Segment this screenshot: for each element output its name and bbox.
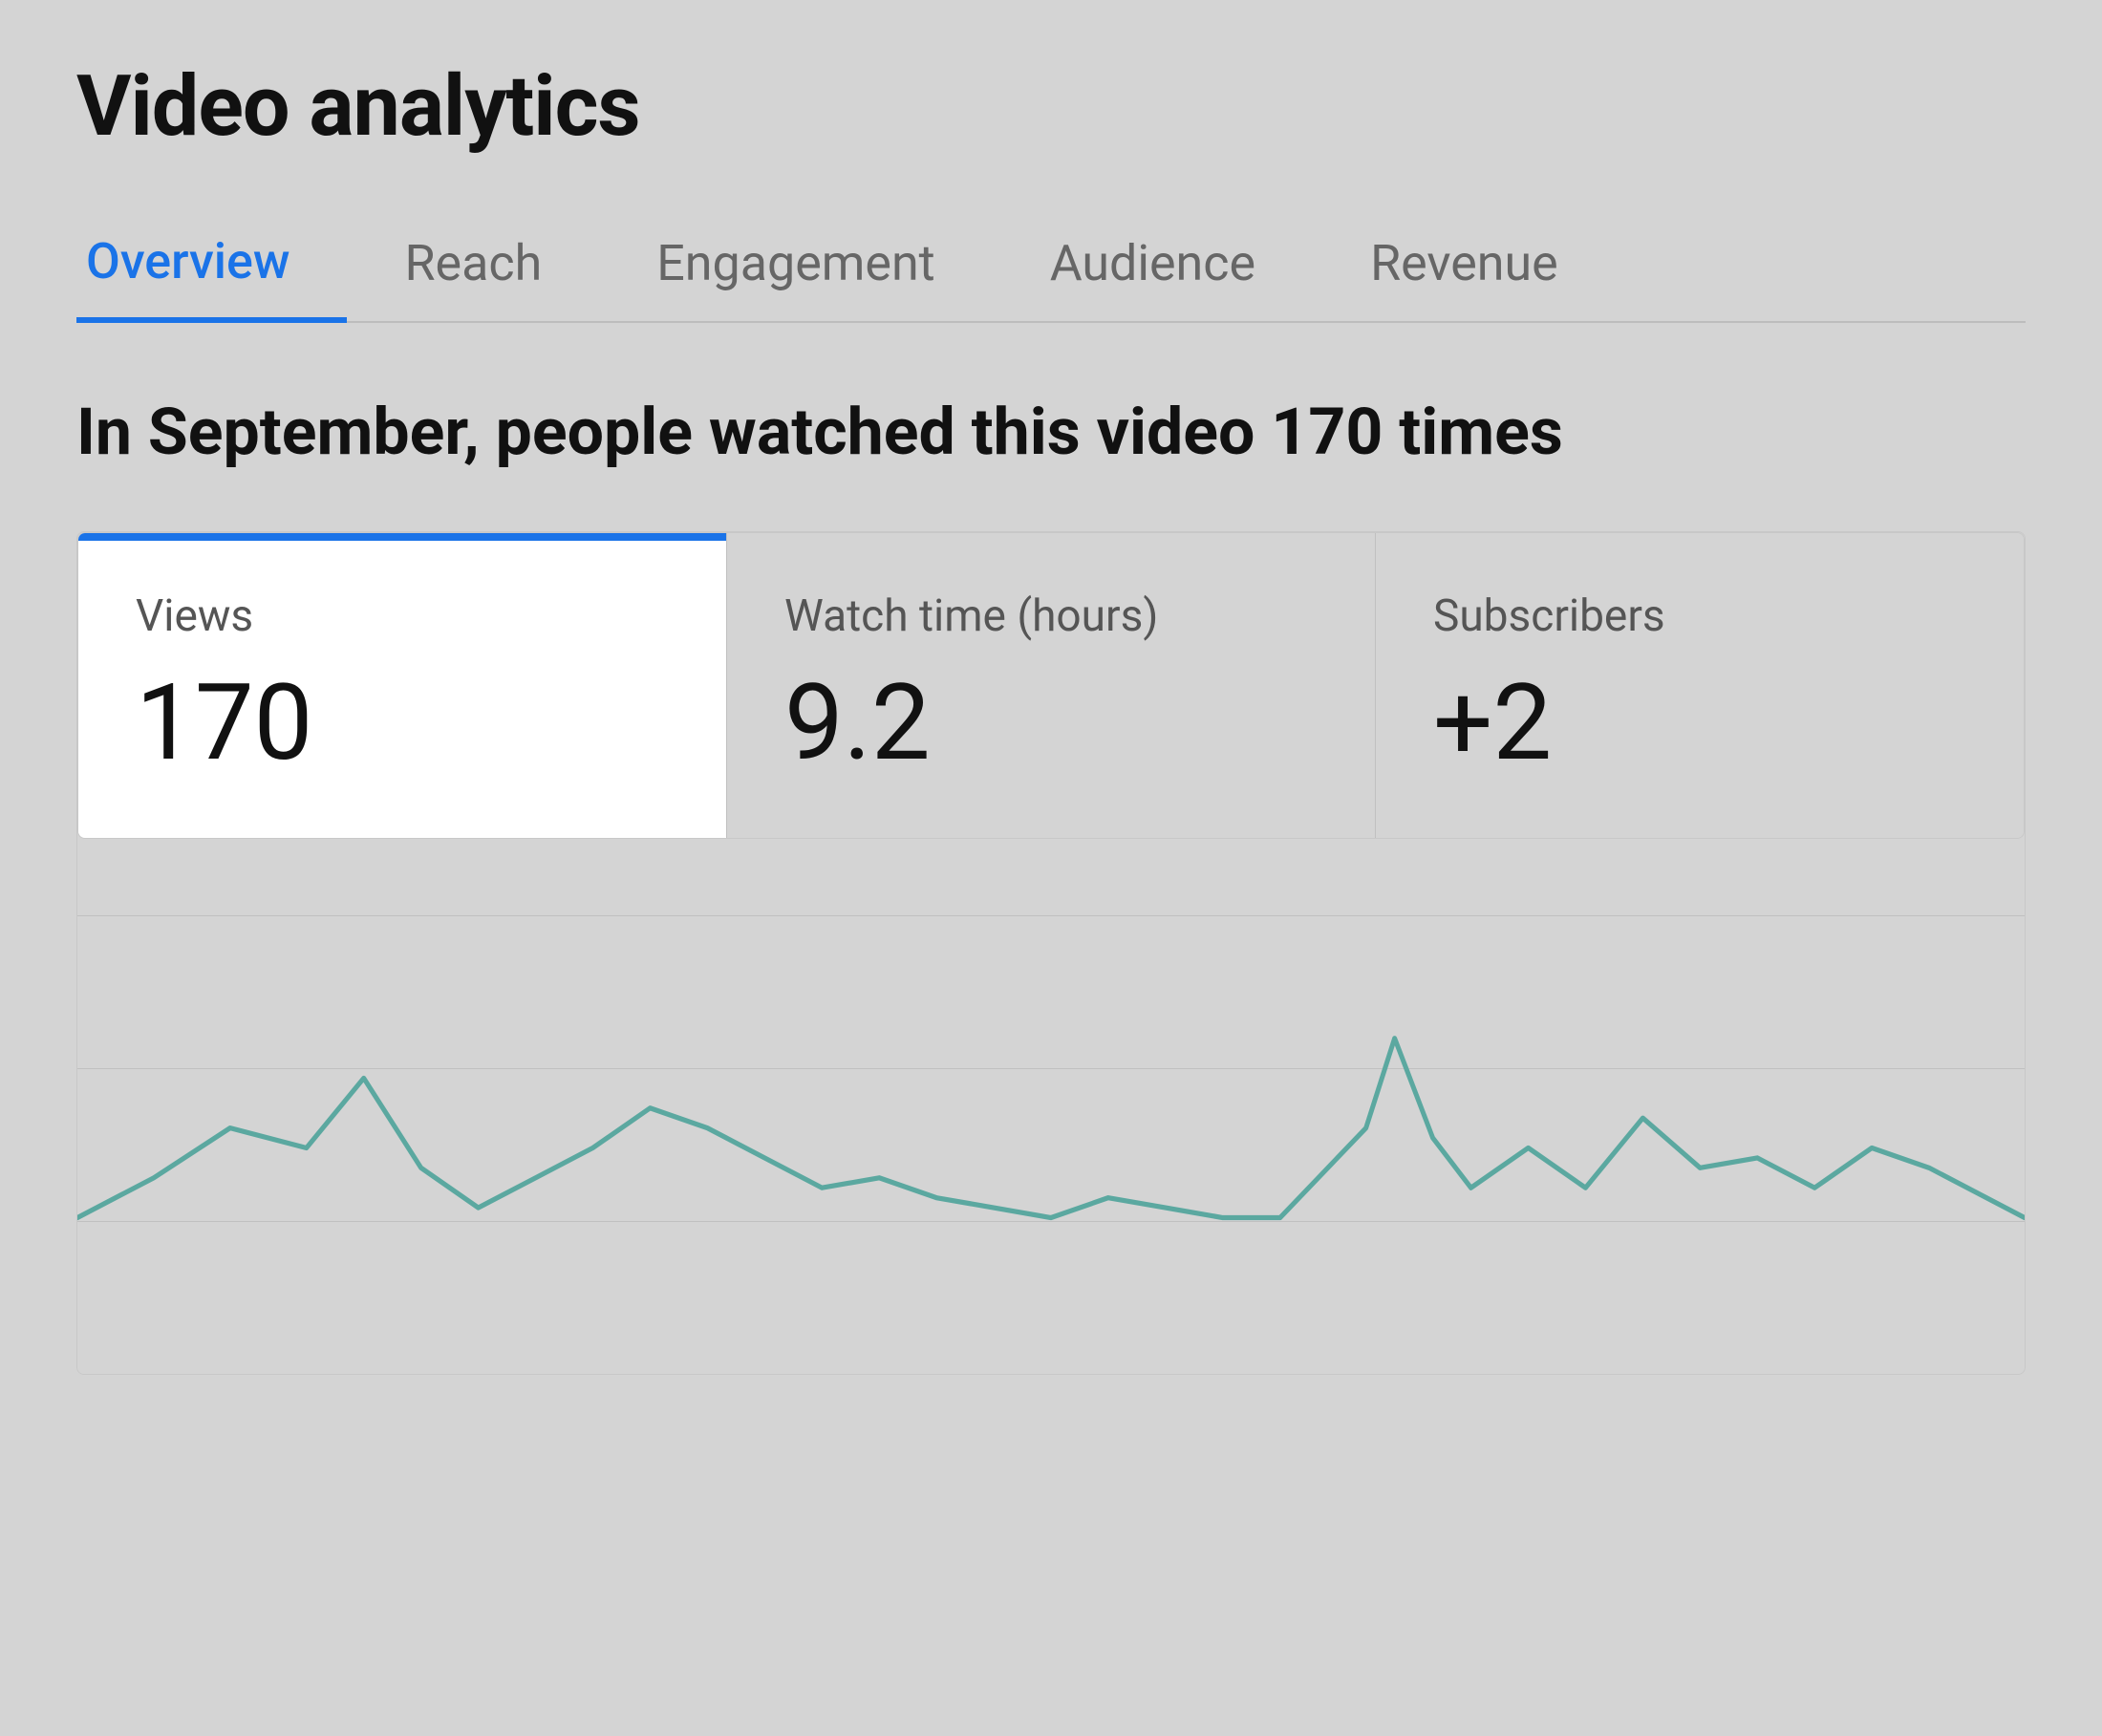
metric-subscribers[interactable]: Subscribers +2 bbox=[1376, 533, 2024, 838]
analytics-card: Views 170 Watch time (hours) 9.2 Subscri… bbox=[76, 531, 2026, 1375]
summary-heading: In September, people watched this video … bbox=[76, 390, 2026, 474]
tabs-container: Overview Reach Engagement Audience Reven… bbox=[76, 213, 2026, 323]
metric-views-value: 170 bbox=[136, 665, 312, 781]
metric-watch-time[interactable]: Watch time (hours) 9.2 bbox=[727, 533, 1376, 838]
tab-reach[interactable]: Reach bbox=[347, 215, 599, 323]
tab-audience[interactable]: Audience bbox=[993, 215, 1313, 323]
tab-overview[interactable]: Overview bbox=[76, 213, 347, 323]
chart-area bbox=[77, 839, 2025, 1374]
page-container: Video analytics Overview Reach Engagemen… bbox=[0, 0, 2102, 1375]
metric-watch-time-value: 9.2 bbox=[784, 665, 931, 781]
chart-line bbox=[77, 1039, 2025, 1218]
chart-svg bbox=[77, 839, 2025, 1297]
metric-views-label: Views bbox=[136, 590, 253, 642]
tab-engagement[interactable]: Engagement bbox=[599, 215, 992, 323]
metric-watch-time-label: Watch time (hours) bbox=[784, 590, 1158, 642]
tab-revenue[interactable]: Revenue bbox=[1313, 215, 1616, 323]
metric-subscribers-value: +2 bbox=[1433, 665, 1552, 781]
metric-subscribers-label: Subscribers bbox=[1433, 590, 1665, 642]
page-title: Video analytics bbox=[76, 57, 2026, 156]
metric-views[interactable]: Views 170 bbox=[78, 533, 727, 838]
metrics-row: Views 170 Watch time (hours) 9.2 Subscri… bbox=[77, 532, 2025, 839]
chart-svg-wrapper bbox=[77, 839, 2025, 1297]
